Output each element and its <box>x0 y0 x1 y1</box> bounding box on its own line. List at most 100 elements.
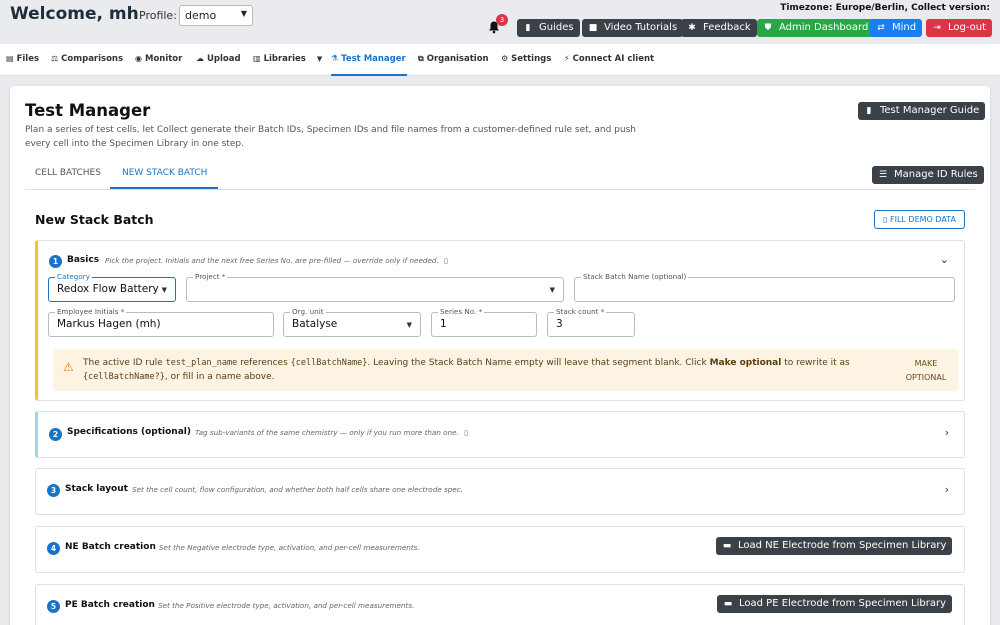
nav-label: Connect AI client <box>572 54 655 64</box>
wand-icon: ▯ <box>883 215 890 224</box>
section-hint-text: Pick the project. Initials and the next … <box>105 256 439 265</box>
book-icon: ▮ <box>525 23 531 33</box>
series-number-label: Series No. * <box>438 307 485 316</box>
employee-initials-label: Employee Initials * <box>55 307 127 316</box>
section-hint: Set the Positive electrode type, activat… <box>158 601 415 610</box>
guides-label: Guides <box>539 22 574 33</box>
tab-new-stack-batch[interactable]: NEW STACK BATCH <box>122 168 207 178</box>
section-hint-text: Tag sub-variants of the same chemistry —… <box>195 428 459 437</box>
stack-count-value: 3 <box>556 318 563 330</box>
step-number: 5 <box>47 600 60 613</box>
nav-item-test-manager[interactable]: ⚗ Test Manager <box>331 54 406 64</box>
section-basics: 1 Basics Pick the project. Initials and … <box>35 240 965 401</box>
video-tutorials-button[interactable]: ■ Video Tutorials <box>582 19 684 37</box>
series-number-value: 1 <box>440 318 447 330</box>
manage-id-rules-button[interactable]: ☰ Manage ID Rules <box>872 166 984 184</box>
id-rule-warning-alert: ⚠ The active ID rule test_plan_name refe… <box>53 349 958 391</box>
nav-item-files[interactable]: ▤ Files <box>6 54 39 64</box>
feedback-label: Feedback <box>703 22 751 33</box>
stack-batch-name-label: Stack Batch Name (optional) <box>581 272 689 281</box>
fill-demo-data-button[interactable]: ▯ FILL DEMO DATA <box>874 210 965 229</box>
section-specifications[interactable]: 2 Specifications (optional) Tag sub-vari… <box>35 411 965 458</box>
admin-dashboard-button[interactable]: ⛊ Admin Dashboard <box>757 19 875 37</box>
org-unit-label: Org. unit <box>290 307 326 316</box>
nav-label: Test Manager <box>341 54 406 64</box>
chevron-down-icon: ▼ <box>549 286 555 294</box>
video-icon: ■ <box>588 23 598 33</box>
section-hint: Set the Negative electrode type, activat… <box>159 543 420 552</box>
section-hint: Tag sub-variants of the same chemistry —… <box>195 428 468 437</box>
info-icon[interactable]: ▯ <box>464 428 468 437</box>
test-manager-card: Test Manager Plan a series of test cells… <box>10 86 990 625</box>
org-unit-select[interactable]: Org. unit Batalyse ▼ <box>283 307 421 337</box>
load-pe-electrode-button[interactable]: ▬ Load PE Electrode from Specimen Library <box>717 595 953 613</box>
expand-chevron-icon[interactable]: › <box>945 541 949 554</box>
section-title: NE Batch creation <box>65 542 156 552</box>
bug-icon: ✱ <box>688 23 696 33</box>
library-icon: ▥ <box>253 54 261 63</box>
fill-demo-label: FILL DEMO DATA <box>889 215 956 224</box>
manage-id-rules-label: Manage ID Rules <box>894 169 978 180</box>
eye-icon: ◉ <box>135 54 142 63</box>
org-chart-icon: ⧉ <box>418 54 424 63</box>
nav-item-comparisons[interactable]: ⚖ Comparisons <box>51 54 123 64</box>
step-number: 1 <box>49 255 62 268</box>
section-stack-layout[interactable]: 3 Stack layout Set the cell count, flow … <box>35 468 965 515</box>
expand-chevron-icon[interactable]: › <box>945 599 949 612</box>
guide-button-label: Test Manager Guide <box>880 105 980 116</box>
nav-label: Organisation <box>426 54 489 64</box>
collapse-chevron-icon[interactable]: ⌄ <box>940 253 949 266</box>
video-tutorials-label: Video Tutorials <box>604 22 678 33</box>
project-select[interactable]: Project * ▼ <box>186 272 564 302</box>
mind-label: Mind <box>892 22 917 33</box>
file-icon: ▤ <box>6 54 14 63</box>
employee-initials-input[interactable]: Employee Initials * Markus Hagen (mh) <box>48 307 274 337</box>
info-icon[interactable]: ▯ <box>444 256 448 265</box>
welcome-title: Welcome, mh <box>10 4 139 24</box>
profile-select[interactable]: demo ▼ <box>179 5 253 26</box>
nav-label: Comparisons <box>61 54 124 64</box>
test-manager-guide-button[interactable]: ▮ Test Manager Guide <box>858 102 986 120</box>
plug-icon: ⚡ <box>564 54 570 63</box>
swap-arrows-icon: ⇄ <box>877 23 885 33</box>
logout-button[interactable]: ⇥ Log-out <box>926 19 993 37</box>
nav-label: Settings <box>511 54 552 64</box>
section-title: PE Batch creation <box>65 600 155 610</box>
page-title: Test Manager <box>25 101 151 120</box>
nav-item-upload[interactable]: ☁ Upload <box>196 54 241 64</box>
series-number-input[interactable]: Series No. * 1 <box>431 307 537 337</box>
project-label: Project * <box>193 272 228 281</box>
section-ne-batch-creation[interactable]: 4 NE Batch creation Set the Negative ele… <box>35 526 965 573</box>
admin-dashboard-label: Admin Dashboard <box>779 22 869 33</box>
mind-button[interactable]: ⇄ Mind <box>870 19 923 37</box>
balance-icon: ⚖ <box>51 54 59 63</box>
load-ne-electrode-button[interactable]: ▬ Load NE Electrode from Specimen Library <box>716 537 953 555</box>
nav-label: Monitor <box>144 54 183 64</box>
logout-label: Log-out <box>948 22 987 33</box>
feedback-button[interactable]: ✱ Feedback <box>681 19 757 37</box>
nav-item-connect-ai[interactable]: ⚡ Connect AI client <box>564 54 654 64</box>
folder-icon: ▬ <box>722 541 732 551</box>
section-title: Basics <box>67 255 100 265</box>
expand-chevron-icon[interactable]: › <box>945 426 949 439</box>
nav-item-libraries[interactable]: ▥ Libraries ▼ <box>253 54 322 64</box>
section-pe-batch-creation[interactable]: 5 PE Batch creation Set the Positive ele… <box>35 584 965 625</box>
stack-batch-name-input[interactable]: Stack Batch Name (optional) <box>574 272 955 302</box>
stack-count-input[interactable]: Stack count * 3 <box>547 307 635 337</box>
expand-chevron-icon[interactable]: › <box>945 483 949 496</box>
chevron-down-icon: ▼ <box>406 321 412 329</box>
stack-count-label: Stack count * <box>554 307 607 316</box>
nav-item-monitor[interactable]: ◉ Monitor <box>135 54 182 64</box>
make-optional-button[interactable]: MAKE OPTIONAL <box>898 357 954 385</box>
nav-item-settings[interactable]: ⚙ Settings <box>501 54 551 64</box>
tab-cell-batches[interactable]: CELL BATCHES <box>35 168 101 178</box>
chevron-down-icon: ▼ <box>161 286 167 294</box>
nav-label: Libraries <box>263 54 306 64</box>
section-title: Specifications (optional) <box>67 427 191 437</box>
tab-active-indicator <box>110 187 218 189</box>
category-select[interactable]: Category Redox Flow Battery ▼ <box>48 272 176 302</box>
gear-icon: ⚙ <box>501 54 509 63</box>
guides-button[interactable]: ▮ Guides <box>517 19 580 37</box>
nav-item-organisation[interactable]: ⧉ Organisation <box>418 54 489 64</box>
category-value: Redox Flow Battery <box>57 283 159 295</box>
